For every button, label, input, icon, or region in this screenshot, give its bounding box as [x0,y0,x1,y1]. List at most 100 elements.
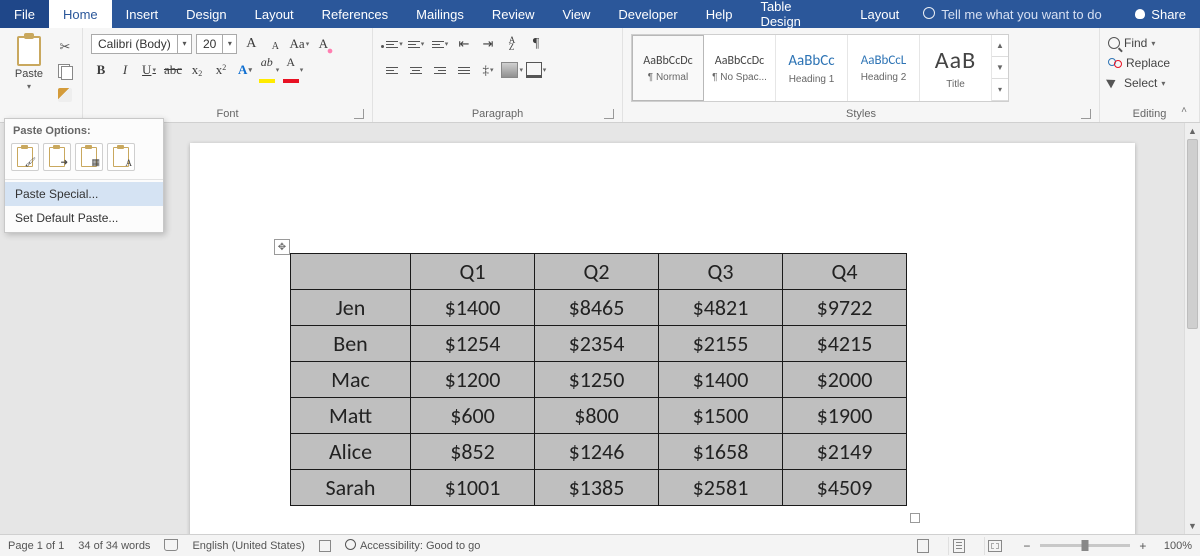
tab-home[interactable]: Home [49,0,112,28]
clear-formatting-button[interactable] [313,34,333,54]
superscript-button[interactable]: x [211,60,231,80]
gallery-scroll-down[interactable]: ▼ [992,57,1008,79]
grow-font-button[interactable]: A [241,34,261,54]
style-normal[interactable]: AaBbCcDc ¶ Normal [632,35,704,101]
underline-button[interactable]: U▾ [139,60,159,80]
language-indicator[interactable]: English (United States) [192,540,305,552]
data-table[interactable]: Q1 Q2 Q3 Q4 Jen$1400$8465$4821$9722Ben$1… [290,253,907,506]
tab-table-design[interactable]: Table Design [746,0,846,28]
scroll-thumb[interactable] [1187,139,1198,329]
collapse-ribbon-button[interactable]: ˄ [1176,102,1192,118]
zoom-slider[interactable]: − + [1020,539,1150,553]
paste-special-menuitem[interactable]: Paste Special... [5,182,163,206]
style-title[interactable]: AaB Title [920,35,992,101]
scroll-track[interactable] [1185,139,1200,518]
cut-button[interactable] [56,38,74,56]
replace-button[interactable]: Replace [1108,56,1170,70]
print-layout-button[interactable] [948,537,970,555]
web-layout-button[interactable] [984,537,1006,555]
style-no-spacing[interactable]: AaBbCcDc ¶ No Spac... [704,35,776,101]
table-row[interactable]: Alice$852$1246$1658$2149 [291,434,907,470]
shrink-font-button[interactable]: A [265,36,285,56]
chevron-down-icon[interactable]: ▾ [1151,39,1155,48]
text-effects-button[interactable]: A▾ [235,60,255,80]
spellcheck-icon[interactable] [164,539,178,553]
change-case-button[interactable]: Aa▾ [289,34,309,54]
show-marks-button[interactable]: ¶ [525,34,547,54]
find-button[interactable]: Find ▾ [1108,36,1155,50]
bold-button[interactable]: B [91,60,111,80]
subscript-button[interactable]: x [187,60,207,80]
tab-layout[interactable]: Layout [241,0,308,28]
decrease-indent-button[interactable]: ⇤ [453,34,475,54]
word-count[interactable]: 34 of 34 words [78,540,150,552]
gallery-scroll-up[interactable]: ▲ [992,35,1008,57]
table-row[interactable]: Jen$1400$8465$4821$9722 [291,290,907,326]
borders-button[interactable]: ▾ [525,60,547,80]
copy-button[interactable] [56,62,74,80]
zoom-percent[interactable]: 100% [1164,540,1192,552]
table-move-handle[interactable]: ✥ [274,239,290,255]
tell-me[interactable] [923,7,1121,22]
italic-button[interactable]: I [115,60,135,80]
tab-help[interactable]: Help [692,0,747,28]
page-indicator[interactable]: Page 1 of 1 [8,540,64,552]
tab-file[interactable]: File [0,0,49,28]
scroll-up-button[interactable]: ▲ [1185,123,1200,139]
chevron-down-icon[interactable]: ▾ [1161,79,1165,88]
increase-indent-button[interactable]: ⇥ [477,34,499,54]
page[interactable]: ✥ Q1 Q2 Q3 Q4 Jen$1400$8465$4821$9722Ben… [190,143,1135,534]
tab-design[interactable]: Design [172,0,240,28]
align-right-button[interactable] [429,60,451,80]
table-row[interactable]: Matt$600$800$1500$1900 [291,398,907,434]
paragraph-dialog-launcher[interactable] [604,109,614,119]
style-heading-2[interactable]: AaBbCcL Heading 2 [848,35,920,101]
set-default-paste-menuitem[interactable]: Set Default Paste... [5,206,163,230]
numbering-button[interactable]: ▾ [405,34,427,54]
table-row[interactable]: Mac$1200$1250$1400$2000 [291,362,907,398]
chevron-down-icon[interactable]: ▾ [222,35,236,53]
share-button[interactable]: Share [1121,7,1200,22]
strikethrough-button[interactable]: abc [163,60,183,80]
align-left-button[interactable] [381,60,403,80]
tab-review[interactable]: Review [478,0,549,28]
accessibility-status[interactable]: Accessibility: Good to go [345,539,480,553]
tab-references[interactable]: References [308,0,402,28]
tab-developer[interactable]: Developer [604,0,691,28]
style-heading-1[interactable]: AaBbCc Heading 1 [776,35,848,101]
table-resize-handle[interactable] [910,513,920,523]
tell-me-input[interactable] [941,7,1121,22]
bullets-button[interactable]: ▾ [381,34,403,54]
styles-dialog-launcher[interactable] [1081,109,1091,119]
paste-picture-button[interactable]: ▦ [75,143,103,171]
scroll-down-button[interactable]: ▼ [1185,518,1200,534]
shading-button[interactable]: ▾ [501,60,523,80]
sort-button[interactable]: AZ [501,34,523,54]
vertical-scrollbar[interactable]: ▲ ▼ [1184,123,1200,534]
zoom-track[interactable] [1040,544,1130,547]
line-spacing-button[interactable]: ‡▾ [477,60,499,80]
paste-keep-source-button[interactable]: 🖌 [11,143,39,171]
font-color-button[interactable]: A▾ [283,60,303,80]
zoom-thumb[interactable] [1081,540,1088,551]
highlight-color-button[interactable]: ab▾ [259,60,279,80]
tab-mailings[interactable]: Mailings [402,0,478,28]
font-name-combo[interactable]: Calibri (Body) ▾ [91,34,192,54]
tab-view[interactable]: View [548,0,604,28]
justify-button[interactable] [453,60,475,80]
read-mode-button[interactable] [912,537,934,555]
table-row[interactable]: Sarah$1001$1385$2581$4509 [291,470,907,506]
zoom-in-button[interactable]: + [1136,539,1150,553]
paste-text-only-button[interactable]: A [107,143,135,171]
multilevel-button[interactable]: ▾ [429,34,451,54]
table-row[interactable]: Ben$1254$2354$2155$4215 [291,326,907,362]
chevron-down-icon[interactable]: ▾ [177,35,191,53]
font-dialog-launcher[interactable] [354,109,364,119]
zoom-out-button[interactable]: − [1020,539,1034,553]
align-center-button[interactable] [405,60,427,80]
tab-layout-2[interactable]: Layout [846,0,913,28]
font-size-combo[interactable]: 20 ▾ [196,34,237,54]
gallery-more[interactable]: ▾ [992,79,1008,101]
paste-merge-formatting-button[interactable]: ➜ [43,143,71,171]
select-button[interactable]: Select ▾ [1108,76,1165,90]
